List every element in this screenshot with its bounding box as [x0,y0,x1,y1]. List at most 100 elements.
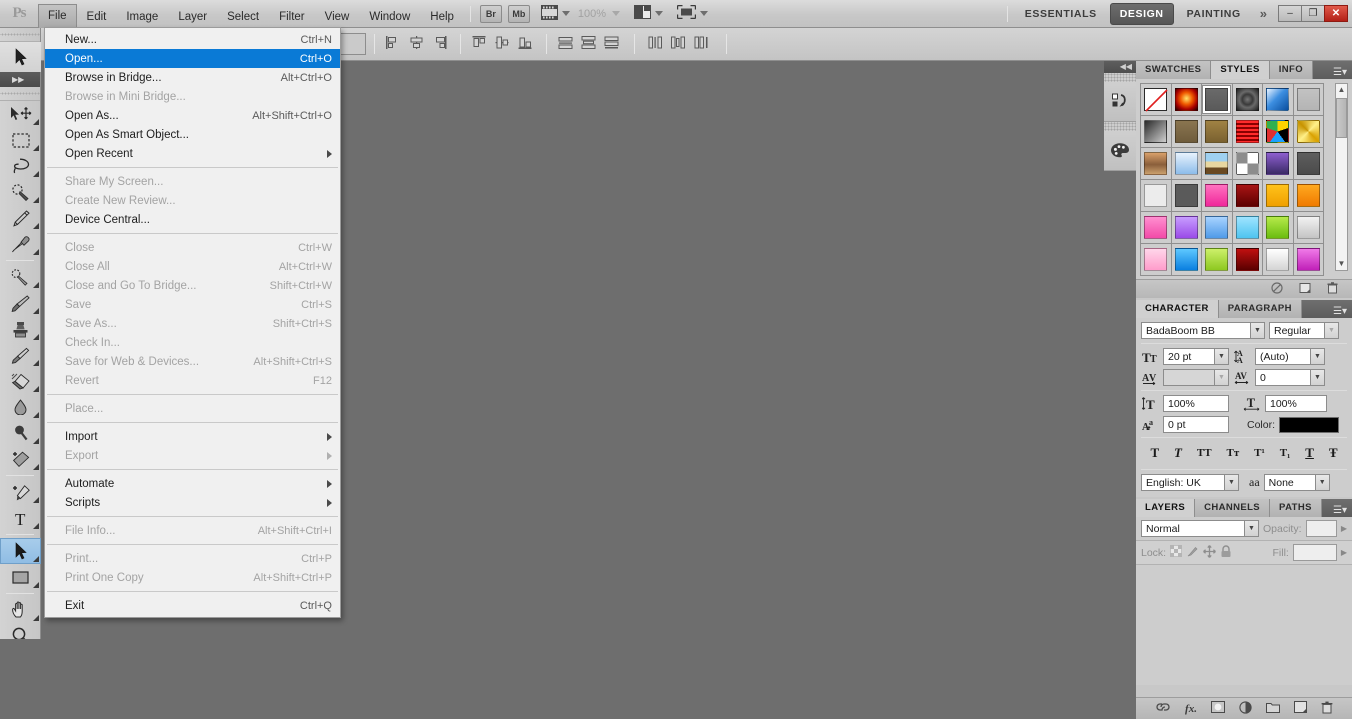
file-menu-item-open-recent[interactable]: Open Recent [45,144,340,163]
font-family-chevron-down-icon[interactable]: ▼ [1251,322,1265,339]
dock-collapse-button[interactable]: ◀◀ [1104,61,1136,73]
tool-flyout-arrow-icon[interactable] [33,249,39,255]
tool-flyout-arrow-icon[interactable] [33,334,39,340]
file-menu-item-new[interactable]: New... Ctrl+N [45,30,340,49]
menu-select[interactable]: Select [217,6,269,28]
file-menu-item-automate[interactable]: Automate [45,474,340,493]
align-top-edges-button[interactable] [471,35,490,54]
tab-info[interactable]: INFO [1269,61,1313,79]
distribute-top-edges-button[interactable] [557,35,576,54]
file-menu-item-import[interactable]: Import [45,427,340,446]
style-swatch-white-gel[interactable] [1263,244,1294,276]
delete-style-icon[interactable] [1327,281,1338,297]
menu-filter[interactable]: Filter [269,6,315,28]
view-extras-icon[interactable] [540,4,558,23]
tool-flyout-arrow-icon[interactable] [33,360,39,366]
style-swatch-dark-ripple[interactable] [1232,84,1263,116]
launch-mini-bridge-button[interactable]: Mb [507,4,530,23]
tool-flyout-arrow-icon[interactable] [33,282,39,288]
opacity-value[interactable] [1305,520,1337,537]
arrange-documents-icon[interactable] [634,5,652,22]
workspace-painting[interactable]: PAINTING [1178,4,1250,24]
layers-list[interactable] [1136,565,1352,685]
tool-flyout-arrow-icon[interactable] [33,582,39,588]
subscript-button[interactable]: T₁ [1280,447,1291,459]
zoom-chevron-down-icon[interactable] [612,11,621,16]
tool-eraser-tool[interactable] [0,368,41,394]
lock-position-icon[interactable] [1203,544,1217,561]
tab-channels[interactable]: CHANNELS [1195,499,1271,517]
tool-flyout-arrow-icon[interactable] [33,171,39,177]
tool-horizontal-type-tool[interactable]: T [0,505,41,531]
leading-chevron-down-icon[interactable]: ▼ [1311,348,1325,365]
style-swatch-dark-gray-flat[interactable] [1171,180,1202,212]
distribute-bottom-edges-button[interactable] [603,35,622,54]
distribute-left-edges-button[interactable] [647,35,666,54]
tool-default-arrow[interactable] [0,42,41,72]
align-left-edges-button[interactable] [385,35,404,54]
tools-panel-grip[interactable] [0,28,40,42]
language-value[interactable]: English: UK [1141,474,1225,491]
language-dropdown[interactable]: English: UK ▼ [1141,474,1239,491]
style-swatch-gold-foil[interactable] [1293,116,1324,148]
tool-dodge-tool[interactable] [0,446,41,472]
language-chevron-down-icon[interactable]: ▼ [1225,474,1239,491]
menu-view[interactable]: View [315,6,360,28]
leading-dropdown[interactable]: (Auto) ▼ [1255,348,1325,365]
tab-character[interactable]: CHARACTER [1136,300,1219,318]
tools-drag-grip[interactable] [0,87,40,101]
dock-strip-grip-2[interactable] [1104,122,1136,131]
tool-flyout-arrow-icon[interactable] [33,523,39,529]
tool-clone-stamp-tool[interactable] [0,316,41,342]
screen-mode-chevron-down-icon[interactable] [700,11,709,16]
workspace-design[interactable]: DESIGN [1109,2,1174,25]
style-swatch-amber[interactable] [1263,180,1294,212]
file-menu-item-open-as-smart-object[interactable]: Open As Smart Object... [45,125,340,144]
menu-edit[interactable]: Edit [77,6,117,28]
tool-lasso-tool[interactable] [0,153,41,179]
faux-bold-button[interactable]: T [1150,445,1159,461]
tab-swatches[interactable]: SWATCHES [1136,61,1212,79]
screen-mode-icon[interactable] [676,4,697,22]
kerning-value[interactable] [1163,369,1215,386]
small-caps-button[interactable]: Tт [1226,447,1239,459]
dock-strip-grip[interactable] [1104,73,1136,82]
antialias-dropdown[interactable]: None ▼ [1263,474,1330,491]
workspace-essentials[interactable]: ESSENTIALS [1016,4,1106,24]
opacity-chevron-right-icon[interactable]: ▶ [1341,524,1347,533]
file-menu-item-scripts[interactable]: Scripts [45,493,340,512]
tool-flyout-arrow-icon[interactable] [33,223,39,229]
adjustment-layer-icon[interactable] [1239,700,1252,717]
tracking-chevron-down-icon[interactable]: ▼ [1311,369,1325,386]
styles-scrollbar[interactable]: ▲ ▼ [1335,83,1348,271]
style-swatch-bronze[interactable] [1202,116,1233,148]
tool-hand-tool[interactable] [0,597,41,623]
file-menu-item-browse-in-bridge[interactable]: Browse in Bridge... Alt+Ctrl+O [45,68,340,87]
leading-value[interactable]: (Auto) [1255,348,1311,365]
baseline-shift-value[interactable]: 0 pt [1163,416,1229,433]
tool-preset-picker[interactable] [340,33,366,55]
blend-mode-chevron-down-icon[interactable]: ▼ [1245,520,1259,537]
style-swatch-cyan-gel[interactable] [1232,212,1263,244]
style-swatch-orange[interactable] [1293,180,1324,212]
align-right-edges-button[interactable] [431,35,450,54]
all-caps-button[interactable]: TT [1197,447,1212,459]
tool-rectangular-marquee-tool[interactable] [0,127,41,153]
delete-layer-icon[interactable] [1321,701,1333,717]
style-swatch-white-outline[interactable] [1141,180,1172,212]
font-style-chevron-down-icon[interactable]: ▼ [1325,322,1339,339]
tool-flyout-arrow-icon[interactable] [33,119,39,125]
new-style-icon[interactable] [1299,282,1311,297]
style-swatch-hot-pink[interactable] [1202,180,1233,212]
tracking-dropdown[interactable]: 0 ▼ [1255,369,1325,386]
link-layers-icon[interactable] [1155,702,1171,715]
lock-all-icon[interactable] [1220,544,1232,561]
file-menu-item-device-central[interactable]: Device Central... [45,210,340,229]
close-button[interactable]: ✕ [1324,5,1348,22]
tool-flyout-arrow-icon[interactable] [33,615,39,621]
fill-chevron-right-icon[interactable]: ▶ [1341,548,1347,557]
kerning-dropdown[interactable]: ▼ [1163,369,1229,386]
file-menu-item-open-as[interactable]: Open As... Alt+Shift+Ctrl+O [45,106,340,125]
layers-panel-menu-icon[interactable]: ☰▾ [1333,502,1352,517]
menu-layer[interactable]: Layer [168,6,217,28]
